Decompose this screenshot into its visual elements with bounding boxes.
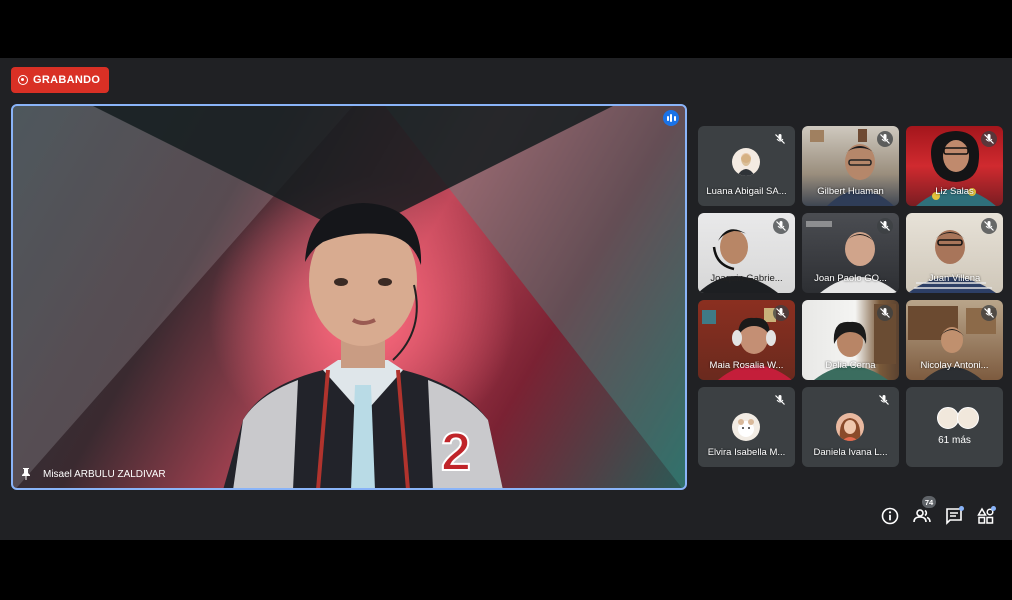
participant-tile[interactable]: Nicolay Antoni... (906, 300, 1003, 380)
mic-off-icon (775, 134, 785, 144)
recording-badge[interactable]: GRABANDO (11, 67, 110, 93)
activities-button[interactable] (977, 506, 996, 525)
activities-notification-dot (991, 506, 996, 511)
participant-tile[interactable]: Delia Cerna (802, 300, 899, 380)
mic-off-icon (877, 218, 893, 234)
mic-off-icon (981, 218, 997, 234)
participant-tile[interactable]: Maia Rosalia W... (698, 300, 795, 380)
participant-name: Joan Paolo GO... (814, 273, 887, 284)
pin-icon[interactable] (21, 468, 31, 480)
record-icon (18, 75, 28, 85)
chat-notification-dot (959, 506, 964, 511)
speaker-video: 2 (223, 203, 503, 488)
participant-name: Juan Villena (928, 273, 981, 284)
more-participants-tile[interactable]: 61 más (906, 387, 1003, 467)
people-button[interactable]: 74 (913, 496, 936, 525)
main-speaker-name: Misael ARBULU ZALDIVAR (21, 468, 166, 480)
mic-off-icon (773, 218, 789, 234)
speaker-name-label: Misael ARBULU ZALDIVAR (43, 468, 166, 480)
participant-name: Gilbert Huaman (817, 186, 884, 197)
participant-tile[interactable]: Joaquin Gabrie... (698, 213, 795, 293)
participant-tile[interactable]: Gilbert Huaman (802, 126, 899, 206)
people-icon (913, 509, 931, 523)
avatar (937, 407, 959, 429)
avatar (732, 413, 760, 441)
avatar (732, 148, 760, 176)
participant-name: Luana Abigail SA... (706, 186, 787, 197)
more-participants-label: 61 más (938, 435, 971, 446)
mic-off-icon (775, 395, 785, 405)
participant-name: Elvira Isabella M... (707, 447, 786, 458)
participant-count-badge: 74 (922, 496, 936, 508)
participant-tile[interactable]: Daniela Ivana L... (802, 387, 899, 467)
participant-name: Nicolay Antoni... (920, 360, 989, 371)
meeting-window: GRABANDO 2 Misael ARBULU ZALDIVAR Luana … (0, 58, 1012, 540)
mic-off-icon (877, 131, 893, 147)
recording-label: GRABANDO (33, 74, 101, 86)
more-avatars (937, 407, 979, 429)
participant-tile[interactable]: Luana Abigail SA... (698, 126, 795, 206)
mic-off-icon (981, 305, 997, 321)
participant-tile[interactable]: Elvira Isabella M... (698, 387, 795, 467)
speaking-indicator-icon (663, 110, 679, 126)
svg-text:2: 2 (441, 422, 471, 482)
mic-off-icon (879, 395, 889, 405)
participant-name: Delia Cerna (825, 360, 876, 371)
participant-name: Daniela Ivana L... (813, 447, 888, 458)
participant-tile[interactable]: Juan Villena (906, 213, 1003, 293)
avatar (836, 413, 864, 441)
participant-name: Maia Rosalia W... (709, 360, 784, 371)
participant-name: Liz Salas (935, 186, 974, 197)
mic-off-icon (981, 131, 997, 147)
info-icon[interactable] (881, 507, 899, 525)
participant-name: Joaquin Gabrie... (710, 273, 783, 284)
participant-tile[interactable]: Liz Salas (906, 126, 1003, 206)
avatar (957, 407, 979, 429)
mic-off-icon (877, 305, 893, 321)
chat-button[interactable] (945, 506, 964, 525)
participant-tile[interactable]: Joan Paolo GO... (802, 213, 899, 293)
bottom-right-controls: 74 (881, 496, 996, 525)
mic-off-icon (773, 305, 789, 321)
main-speaker-tile[interactable]: 2 Misael ARBULU ZALDIVAR (11, 104, 687, 490)
